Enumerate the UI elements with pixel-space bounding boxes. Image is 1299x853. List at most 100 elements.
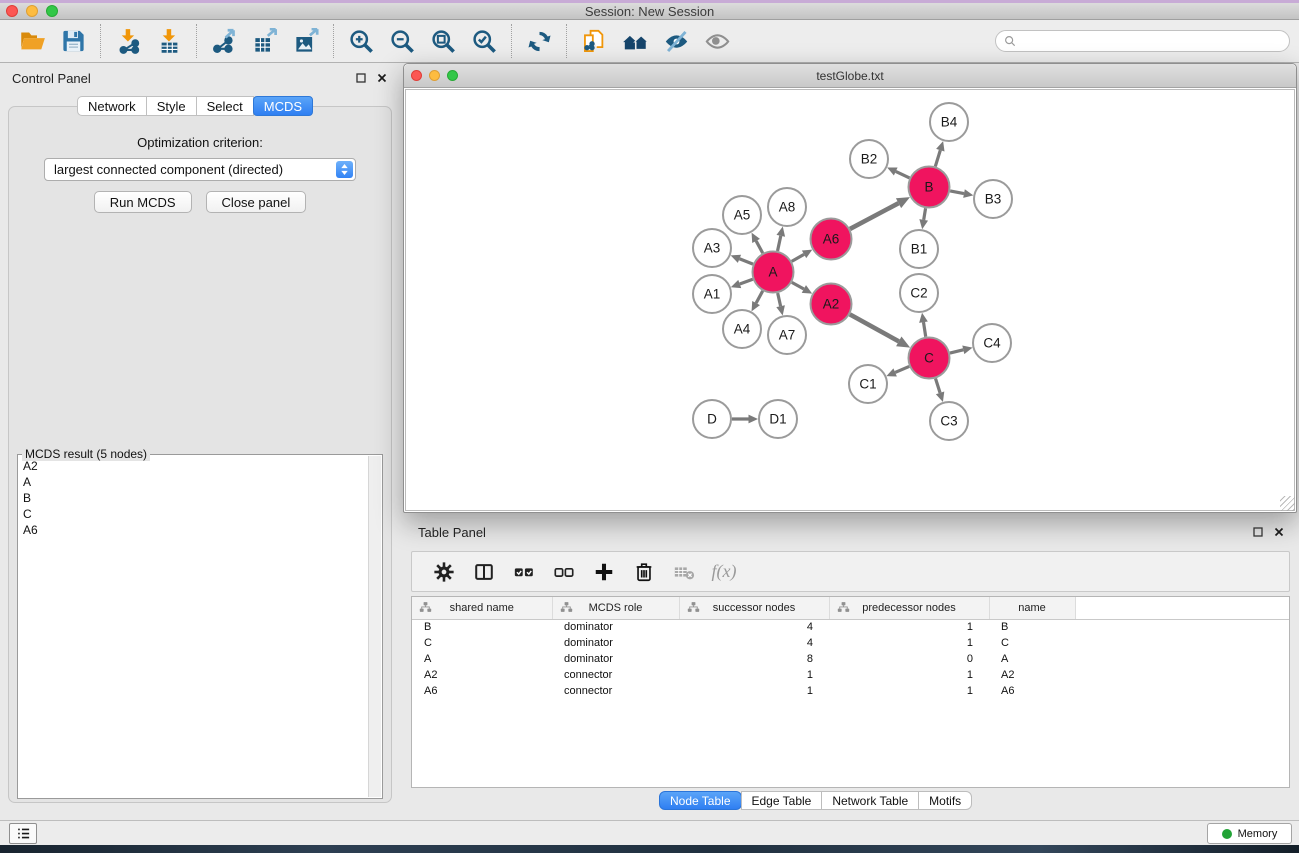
table-cell[interactable]: dominator (552, 635, 679, 651)
edge-B-B3[interactable] (950, 191, 964, 194)
export-table-button[interactable] (249, 24, 281, 58)
tab-style[interactable]: Style (146, 96, 197, 116)
float-panel-icon[interactable] (355, 72, 367, 84)
edge-A-A7[interactable] (778, 293, 781, 306)
export-image-button[interactable] (290, 24, 322, 58)
table-cell[interactable]: A2 (989, 667, 1075, 683)
result-item[interactable]: A6 (19, 522, 367, 538)
column-header-shared-name[interactable]: shared name (412, 597, 552, 619)
resize-grip[interactable] (1280, 496, 1295, 511)
save-session-button[interactable] (57, 24, 89, 58)
edge-C-C1[interactable] (895, 366, 909, 372)
table-cell[interactable]: 1 (829, 667, 989, 683)
table-row[interactable]: A2connector11A2 (412, 667, 1289, 683)
table-cell[interactable]: 1 (829, 619, 989, 635)
edge-A6-B[interactable] (850, 203, 899, 229)
table-cell[interactable]: connector (552, 667, 679, 683)
edge-C-C3[interactable] (936, 378, 941, 392)
edge-A-A6[interactable] (792, 254, 804, 261)
add-row-button[interactable] (590, 556, 618, 588)
run-mcds-button[interactable]: Run MCDS (94, 191, 192, 213)
tab-network-table[interactable]: Network Table (821, 791, 919, 810)
table-row[interactable]: Adominator80A (412, 651, 1289, 667)
table-row[interactable]: A6connector11A6 (412, 683, 1289, 699)
table-cell[interactable]: C (989, 635, 1075, 651)
open-session-button[interactable] (16, 24, 48, 58)
tab-node-table[interactable]: Node Table (659, 791, 742, 810)
home-button[interactable] (619, 24, 651, 58)
edge-B-B1[interactable] (924, 208, 926, 220)
result-item[interactable]: A2 (19, 458, 367, 474)
tab-select[interactable]: Select (196, 96, 254, 116)
edge-C-C2[interactable] (923, 322, 925, 337)
table-cell[interactable]: A6 (989, 683, 1075, 699)
table-cell[interactable]: 1 (829, 635, 989, 651)
edge-A2-C[interactable] (850, 314, 899, 341)
result-item[interactable]: C (19, 506, 367, 522)
close-panel-icon[interactable] (376, 72, 388, 84)
table-cell[interactable]: connector (552, 683, 679, 699)
export-network-button[interactable] (208, 24, 240, 58)
table-cell[interactable]: 1 (679, 667, 829, 683)
edge-A-A1[interactable] (740, 279, 753, 284)
deselect-all-button[interactable] (550, 556, 578, 588)
tab-motifs[interactable]: Motifs (918, 791, 972, 810)
edge-A-A3[interactable] (739, 259, 753, 264)
tab-mcds[interactable]: MCDS (253, 96, 313, 116)
edge-B-B2[interactable] (896, 171, 910, 177)
zoom-selected-button[interactable] (468, 24, 500, 58)
close-table-panel-icon[interactable] (1273, 526, 1285, 538)
float-table-panel-icon[interactable] (1252, 526, 1264, 538)
edge-A-A8[interactable] (778, 236, 781, 251)
result-item[interactable]: A (19, 474, 367, 490)
select-all-button[interactable] (510, 556, 538, 588)
show-panel-button[interactable] (701, 24, 733, 58)
network-window-titlebar[interactable]: testGlobe.txt (404, 64, 1296, 88)
panel-list-button[interactable] (9, 823, 37, 844)
table-cell[interactable]: A (989, 651, 1075, 667)
search-input[interactable] (1022, 34, 1282, 48)
table-row[interactable]: Cdominator41C (412, 635, 1289, 651)
search-field[interactable] (995, 30, 1290, 52)
network-canvas[interactable]: B4B2BB3A5A8A6B1A3AA1C2A2A4A7C4CC1DD1C3 (405, 89, 1295, 511)
criterion-dropdown[interactable]: largest connected component (directed) (44, 158, 356, 181)
column-header-MCDS-role[interactable]: MCDS role (552, 597, 679, 619)
table-cell[interactable]: 1 (679, 683, 829, 699)
table-cell[interactable]: C (412, 635, 552, 651)
table-cell[interactable]: 1 (829, 683, 989, 699)
settings-gear-button[interactable] (430, 556, 458, 588)
table-cell[interactable]: B (412, 619, 552, 635)
edge-A-A2[interactable] (792, 282, 804, 289)
delete-row-button[interactable] (630, 556, 658, 588)
table-cell[interactable]: 4 (679, 619, 829, 635)
column-header-predecessor-nodes[interactable]: predecessor nodes (829, 597, 989, 619)
table-cell[interactable]: 8 (679, 651, 829, 667)
import-network-button[interactable] (112, 24, 144, 58)
tab-edge-table[interactable]: Edge Table (741, 791, 823, 810)
table-cell[interactable]: 4 (679, 635, 829, 651)
column-header-name[interactable]: name (989, 597, 1075, 619)
table-cell[interactable]: A2 (412, 667, 552, 683)
table-cell[interactable]: dominator (552, 651, 679, 667)
import-table-button[interactable] (153, 24, 185, 58)
table-cell[interactable]: A6 (412, 683, 552, 699)
hide-panel-button[interactable] (660, 24, 692, 58)
split-view-button[interactable] (470, 556, 498, 588)
table-row[interactable]: Bdominator41B (412, 619, 1289, 635)
table-cell[interactable]: 0 (829, 651, 989, 667)
refresh-button[interactable] (523, 24, 555, 58)
edge-A-A4[interactable] (756, 291, 763, 303)
column-header-successor-nodes[interactable]: successor nodes (679, 597, 829, 619)
result-scrollbar[interactable] (368, 456, 381, 797)
edge-C-C4[interactable] (950, 350, 963, 353)
table-cell[interactable]: B (989, 619, 1075, 635)
tab-network[interactable]: Network (77, 96, 147, 116)
zoom-in-button[interactable] (345, 24, 377, 58)
zoom-fit-button[interactable] (427, 24, 459, 58)
result-item[interactable]: B (19, 490, 367, 506)
close-panel-button[interactable]: Close panel (206, 191, 307, 213)
memory-button[interactable]: Memory (1207, 823, 1292, 844)
table-cell[interactable]: dominator (552, 619, 679, 635)
table-cell[interactable]: A (412, 651, 552, 667)
edge-A-A5[interactable] (756, 241, 763, 253)
